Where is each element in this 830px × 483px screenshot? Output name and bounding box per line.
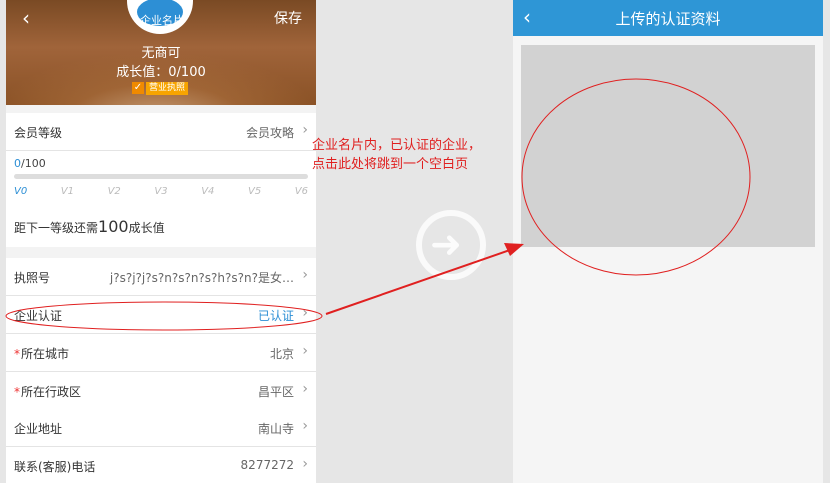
arrow-head-icon bbox=[504, 243, 524, 256]
annotation-overlay bbox=[5, 78, 751, 331]
highlight-ellipse bbox=[5, 301, 323, 331]
annotation-arrow bbox=[325, 249, 511, 315]
highlight-ellipse bbox=[521, 78, 751, 276]
